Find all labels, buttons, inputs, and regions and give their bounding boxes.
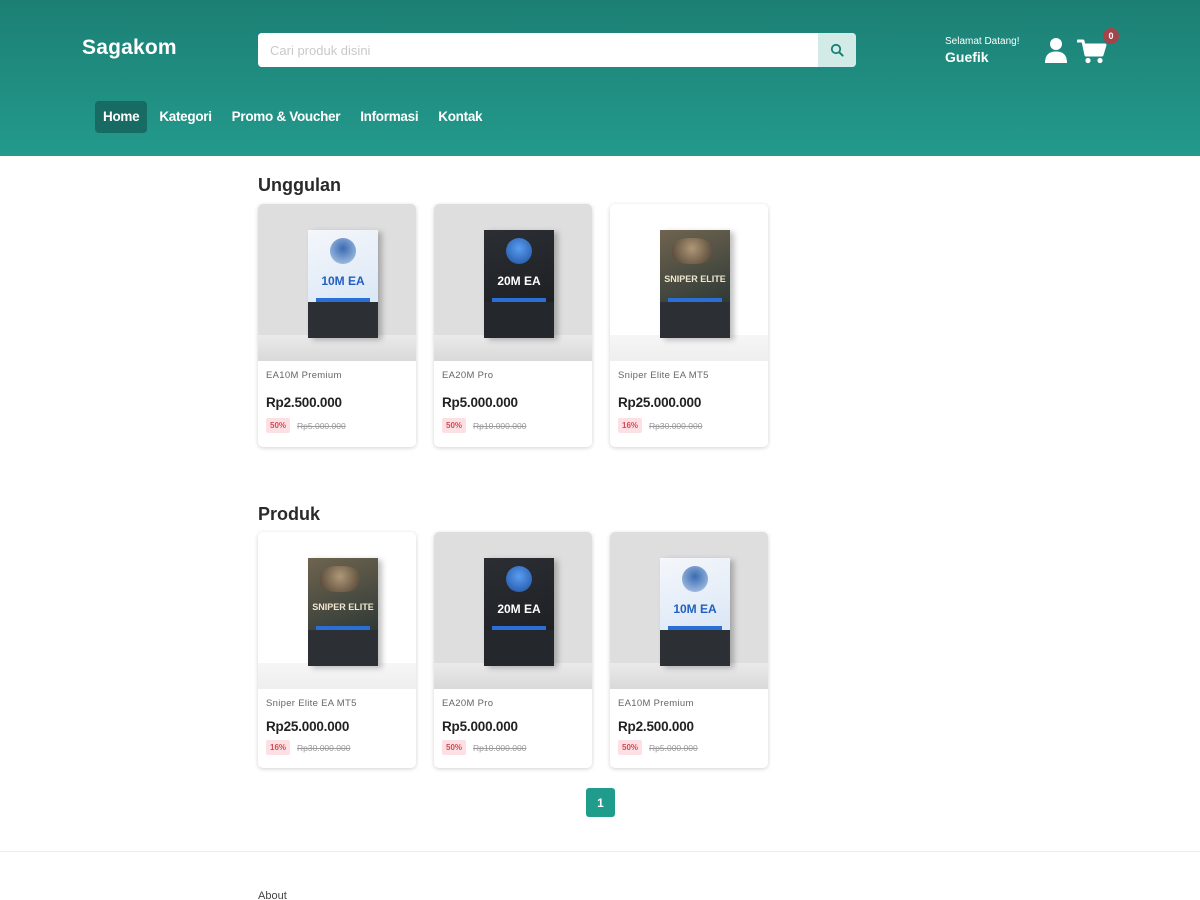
original-price: Rp5.000.000: [649, 742, 698, 753]
product-box-label: 20M EA: [497, 602, 541, 616]
products-section-title: Produk: [258, 504, 321, 524]
featured-section-title: Unggulan: [258, 175, 341, 195]
discount-badge: 50%: [266, 418, 291, 433]
brand-logo[interactable]: Sagakom: [82, 36, 177, 60]
product-image: 10M EA: [610, 532, 768, 689]
main-nav: Home Kategori Promo & Voucher Informasi …: [95, 101, 490, 133]
product-card[interactable]: 10M EA EA10M Premium Rp2.500.000 50% Rp5…: [610, 532, 768, 768]
discount-badge: 50%: [442, 418, 467, 433]
product-box-art: 10M EA: [660, 558, 730, 666]
original-price: Rp10.000.000: [473, 420, 527, 431]
search-input[interactable]: [258, 33, 818, 67]
cart-count-badge: 0: [1103, 28, 1119, 44]
greeting-text: Selamat Datang!: [945, 36, 1020, 47]
product-grid: SNIPER ELITE Sniper Elite EA MT5 Rp25.00…: [258, 532, 768, 768]
footer-about-link[interactable]: About: [258, 890, 287, 900]
product-name: Sniper Elite EA MT5: [618, 370, 709, 381]
nav-promo-voucher[interactable]: Promo & Voucher: [224, 101, 349, 133]
product-box-art: 10M EA: [308, 230, 378, 338]
discount-badge: 50%: [618, 740, 643, 755]
search-bar: [258, 33, 856, 67]
product-image: 10M EA: [258, 204, 416, 361]
nav-informasi[interactable]: Informasi: [352, 101, 426, 133]
footer-divider: [0, 851, 1200, 852]
site-header: Sagakom Selamat Datang! Guefik 0 Home Ka…: [0, 0, 1200, 156]
nav-kontak[interactable]: Kontak: [430, 101, 490, 133]
product-image: 20M EA: [434, 532, 592, 689]
original-price: Rp30.000.000: [297, 742, 351, 753]
username: Guefik: [945, 49, 989, 65]
featured-product-grid: 10M EA EA10M Premium Rp2.500.000 50% Rp5…: [258, 204, 768, 447]
product-card[interactable]: SNIPER ELITE Sniper Elite EA MT5 Rp25.00…: [258, 532, 416, 768]
product-card[interactable]: SNIPER ELITE Sniper Elite EA MT5 Rp25.00…: [610, 204, 768, 447]
search-icon: [830, 43, 844, 57]
product-box-art: SNIPER ELITE: [660, 230, 730, 338]
product-price: Rp25.000.000: [618, 395, 702, 410]
product-price: Rp5.000.000: [442, 719, 518, 734]
product-image: SNIPER ELITE: [258, 532, 416, 689]
product-card[interactable]: 20M EA EA20M Pro Rp5.000.000 50% Rp10.00…: [434, 204, 592, 447]
product-box-label: 10M EA: [673, 602, 717, 616]
cart-icon[interactable]: [1077, 38, 1107, 64]
product-price: Rp5.000.000: [442, 395, 518, 410]
product-price: Rp2.500.000: [618, 719, 694, 734]
product-box-art: 20M EA: [484, 230, 554, 338]
product-box-art: SNIPER ELITE: [308, 558, 378, 666]
product-image: SNIPER ELITE: [610, 204, 768, 361]
product-name: EA20M Pro: [442, 370, 494, 381]
discount-badge: 16%: [618, 418, 643, 433]
product-name: EA20M Pro: [442, 698, 494, 709]
product-box-label: SNIPER ELITE: [664, 274, 726, 284]
product-price: Rp25.000.000: [266, 719, 350, 734]
nav-home[interactable]: Home: [95, 101, 148, 133]
original-price: Rp30.000.000: [649, 420, 703, 431]
pagination-page-button[interactable]: 1: [586, 788, 615, 817]
user-greeting: Selamat Datang! Guefik: [945, 36, 1020, 65]
product-name: EA10M Premium: [266, 370, 342, 381]
product-price: Rp2.500.000: [266, 395, 342, 410]
original-price: Rp10.000.000: [473, 742, 527, 753]
search-button[interactable]: [818, 33, 856, 67]
nav-kategori[interactable]: Kategori: [151, 101, 219, 133]
product-card[interactable]: 20M EA EA20M Pro Rp5.000.000 50% Rp10.00…: [434, 532, 592, 768]
product-box-label: 20M EA: [497, 274, 541, 288]
product-name: EA10M Premium: [618, 698, 694, 709]
original-price: Rp5.000.000: [297, 420, 346, 431]
user-icon[interactable]: [1044, 37, 1068, 63]
product-box-label: 10M EA: [321, 274, 365, 288]
product-card[interactable]: 10M EA EA10M Premium Rp2.500.000 50% Rp5…: [258, 204, 416, 447]
discount-badge: 50%: [442, 740, 467, 755]
product-name: Sniper Elite EA MT5: [266, 698, 357, 709]
product-image: 20M EA: [434, 204, 592, 361]
product-box-label: SNIPER ELITE: [312, 602, 374, 612]
discount-badge: 16%: [266, 740, 291, 755]
product-box-art: 20M EA: [484, 558, 554, 666]
